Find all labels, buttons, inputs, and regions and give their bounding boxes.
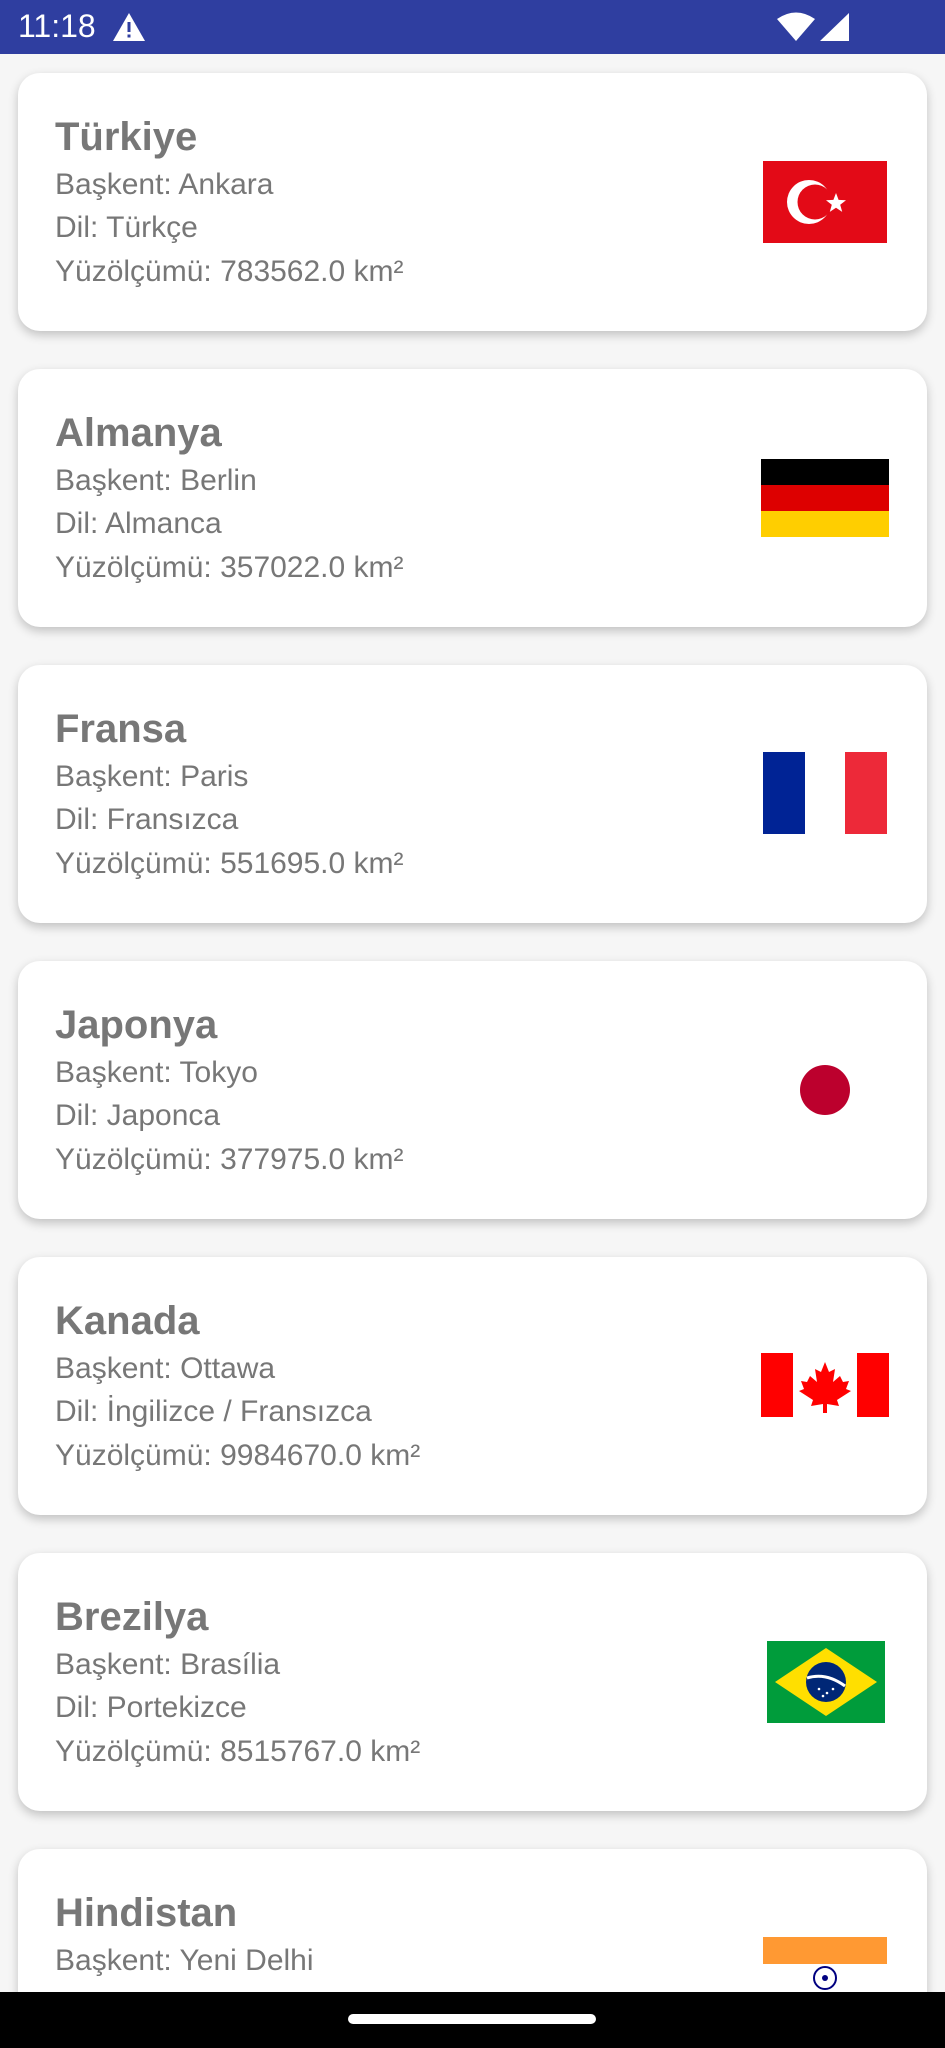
- country-capital: Başkent: Ottawa: [55, 1352, 276, 1385]
- brazil-flag-icon: [767, 1641, 885, 1723]
- canada-flag-icon: [761, 1353, 889, 1417]
- country-name: Kanada: [55, 1299, 200, 1343]
- country-area: Yüzölçümü: 357022.0 km²: [55, 551, 404, 584]
- country-area: Yüzölçümü: 9984670.0 km²: [55, 1439, 421, 1472]
- country-language: Dil: Fransızca: [55, 803, 239, 836]
- germany-flag-icon: [761, 459, 889, 537]
- country-name: Almanya: [55, 411, 222, 455]
- wifi-icon: [777, 12, 815, 41]
- country-area: Yüzölçümü: 8515767.0 km²: [55, 1735, 421, 1768]
- country-capital: Başkent: Paris: [55, 760, 249, 793]
- country-card[interactable]: Kanada Başkent: Ottawa Dil: İngilizce / …: [18, 1257, 927, 1515]
- country-name: Japonya: [55, 1003, 218, 1047]
- country-card[interactable]: Japonya Başkent: Tokyo Dil: Japonca Yüzö…: [18, 961, 927, 1219]
- country-name: Hindistan: [55, 1891, 238, 1935]
- country-capital: Başkent: Tokyo: [55, 1056, 258, 1089]
- country-capital: Başkent: Ankara: [55, 168, 274, 201]
- country-capital: Başkent: Yeni Delhi: [55, 1944, 314, 1977]
- country-name: Brezilya: [55, 1595, 209, 1639]
- status-time: 11:18: [18, 8, 96, 44]
- signal-icon: [820, 13, 849, 41]
- country-language: Dil: Türkçe: [55, 211, 198, 244]
- country-area: Yüzölçümü: 377975.0 km²: [55, 1143, 404, 1176]
- navigation-bar: [0, 1992, 945, 2048]
- country-area: Yüzölçümü: 783562.0 km²: [55, 255, 404, 288]
- country-area: Yüzölçümü: 551695.0 km²: [55, 847, 404, 880]
- country-card[interactable]: Brezilya Başkent: Brasília Dil: Portekiz…: [18, 1553, 927, 1811]
- japan-flag-icon: [763, 1049, 887, 1131]
- warning-icon: [113, 13, 145, 41]
- country-card[interactable]: Fransa Başkent: Paris Dil: Fransızca Yüz…: [18, 665, 927, 923]
- status-bar: 11:18: [0, 0, 945, 54]
- country-language: Dil: Portekizce: [55, 1691, 247, 1724]
- turkey-flag-icon: [763, 161, 887, 243]
- country-language: Dil: İngilizce / Fransızca: [55, 1395, 372, 1428]
- country-card[interactable]: Almanya Başkent: Berlin Dil: Almanca Yüz…: [18, 369, 927, 627]
- home-gesture-handle[interactable]: [348, 2014, 596, 2024]
- france-flag-icon: [763, 752, 887, 834]
- country-list[interactable]: Türkiye Başkent: Ankara Dil: Türkçe Yüzö…: [0, 54, 945, 1992]
- country-name: Fransa: [55, 707, 187, 751]
- country-card[interactable]: Türkiye Başkent: Ankara Dil: Türkçe Yüzö…: [18, 73, 927, 331]
- country-name: Türkiye: [55, 115, 198, 159]
- india-flag-icon: [763, 1937, 887, 1992]
- country-capital: Başkent: Berlin: [55, 464, 257, 497]
- country-capital: Başkent: Brasília: [55, 1648, 281, 1681]
- country-language: Dil: Japonca: [55, 1099, 221, 1132]
- country-card[interactable]: Hindistan Başkent: Yeni Delhi: [18, 1849, 927, 1992]
- country-language: Dil: Almanca: [55, 507, 222, 540]
